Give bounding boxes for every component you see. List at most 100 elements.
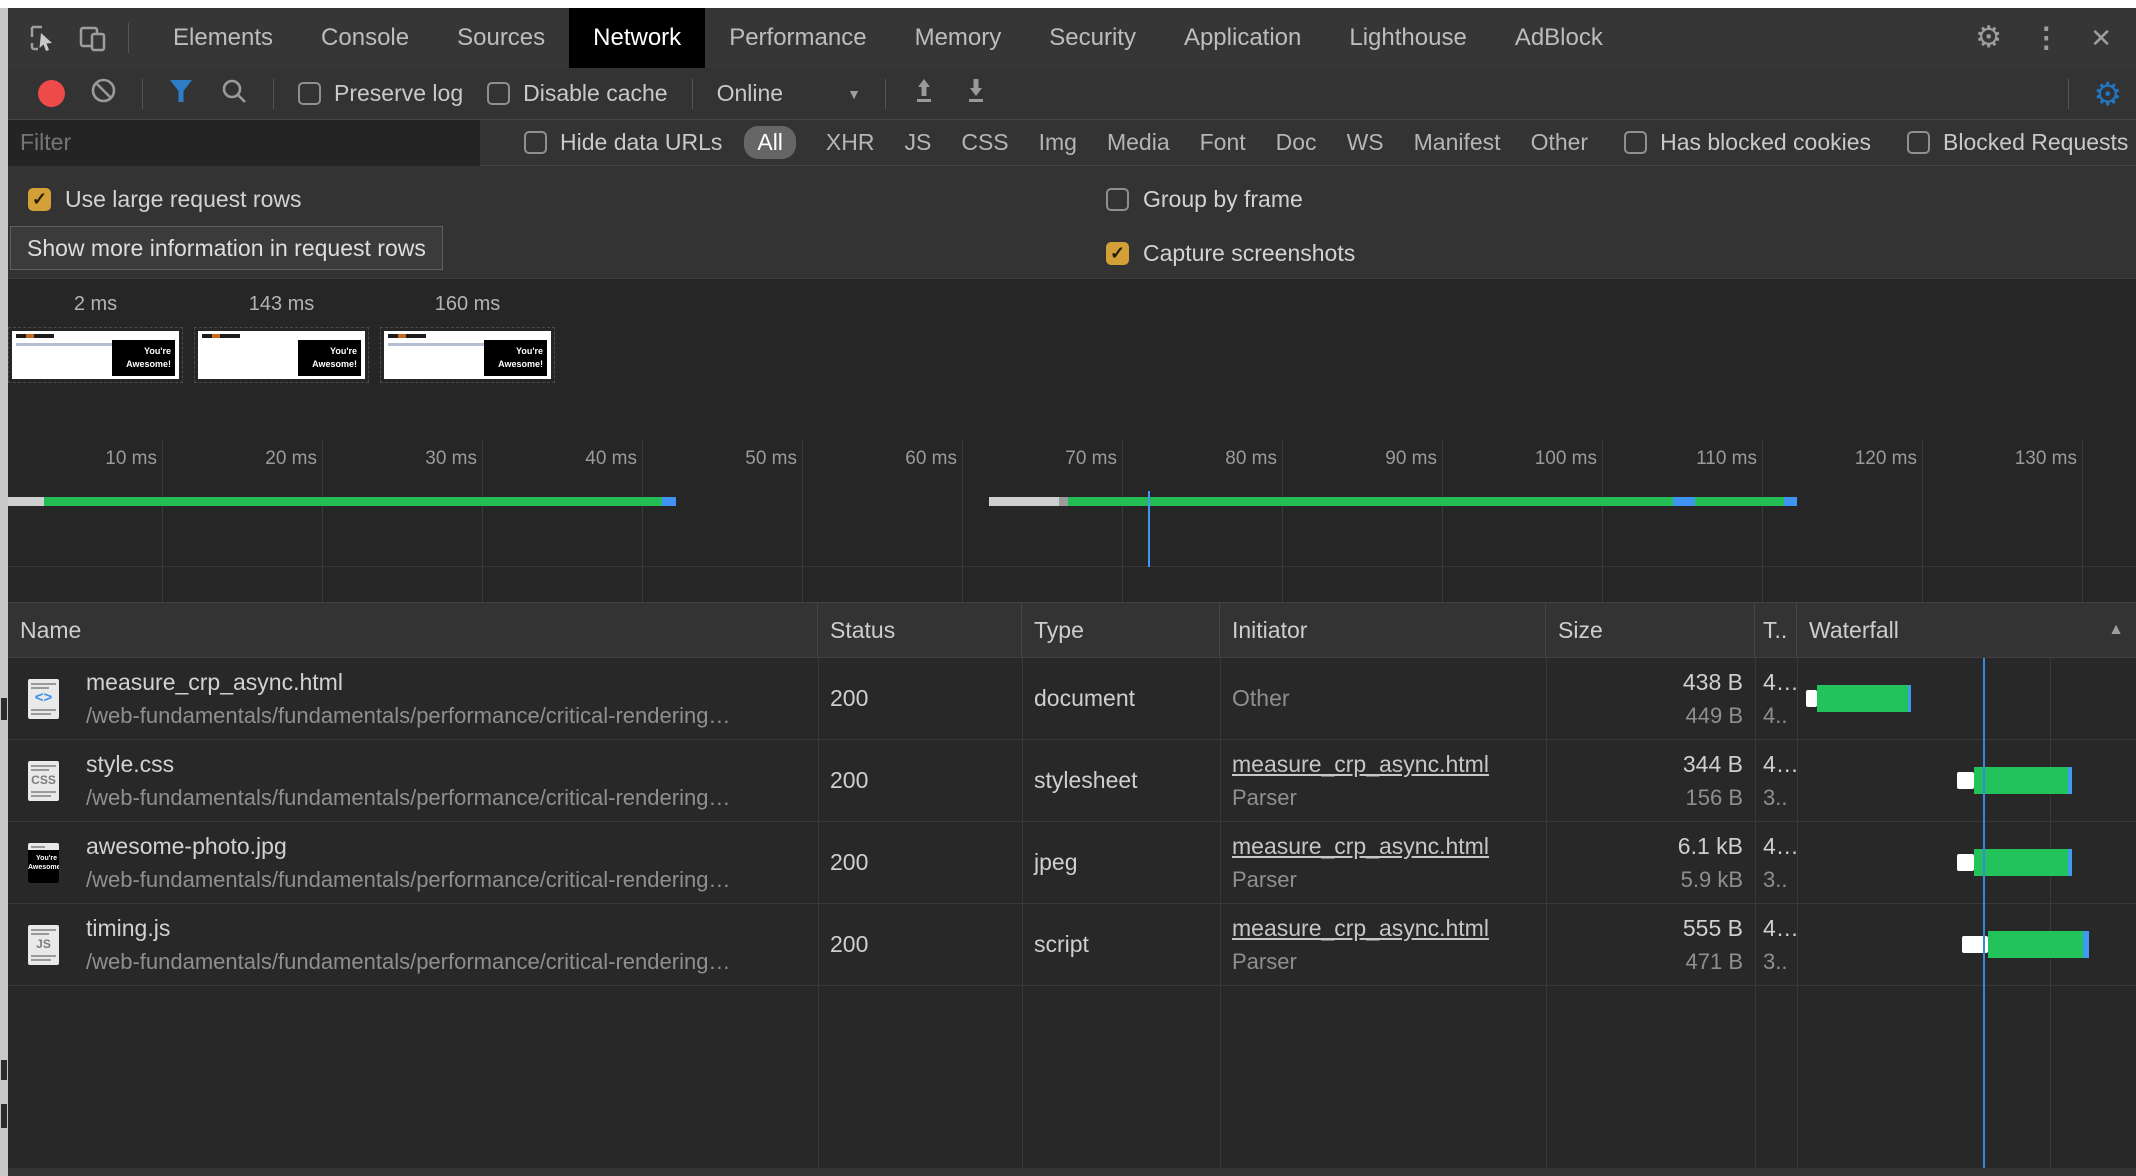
has-blocked-cookies-toggle[interactable]: Has blocked cookies — [1624, 129, 1871, 156]
divider — [273, 79, 274, 109]
filter-chip-xhr[interactable]: XHR — [826, 129, 875, 156]
network-overview[interactable]: 10 ms 20 ms 30 ms 40 ms 50 ms 60 ms 70 m… — [8, 440, 2136, 610]
thumb-header — [388, 334, 426, 338]
filmstrip-frame[interactable]: 2 ms You'reAwesome! — [12, 293, 179, 379]
frame-thumbnail[interactable]: You'reAwesome! — [12, 331, 179, 379]
filter-chip-manifest[interactable]: Manifest — [1414, 129, 1501, 156]
hide-data-urls-checkbox[interactable] — [524, 131, 547, 154]
tab-adblock[interactable]: AdBlock — [1491, 8, 1627, 68]
has-blocked-cookies-label: Has blocked cookies — [1660, 129, 1871, 156]
column-header-name[interactable]: Name — [8, 603, 818, 657]
waterfall-bar — [1988, 931, 2089, 958]
initiator-link[interactable]: measure_crp_async.html — [1232, 833, 1546, 860]
column-header-type[interactable]: Type — [1022, 603, 1220, 657]
filter-chip-font[interactable]: Font — [1200, 129, 1246, 156]
waterfall-cell[interactable] — [1797, 740, 2136, 821]
has-blocked-cookies-checkbox[interactable] — [1624, 131, 1647, 154]
capture-screenshots-toggle[interactable]: ✓ Capture screenshots — [1106, 240, 1355, 267]
frame-thumbnail[interactable]: You'reAwesome! — [198, 331, 365, 379]
capture-screenshots-checkbox[interactable]: ✓ — [1106, 242, 1129, 265]
waterfall-cell[interactable] — [1797, 904, 2136, 985]
preserve-log-toggle[interactable]: Preserve log — [298, 80, 463, 107]
initiator-link[interactable]: measure_crp_async.html — [1232, 915, 1546, 942]
network-settings-gear-icon[interactable]: ⚙ — [2093, 78, 2136, 110]
filter-chip-media[interactable]: Media — [1107, 129, 1170, 156]
use-large-request-rows-checkbox[interactable]: ✓ — [28, 188, 51, 211]
tab-application[interactable]: Application — [1160, 8, 1325, 68]
tab-console[interactable]: Console — [297, 8, 433, 68]
timeline-gridline: 70 ms — [1122, 440, 1123, 610]
search-icon[interactable] — [219, 76, 249, 112]
initiator-link[interactable]: measure_crp_async.html — [1232, 751, 1546, 778]
hide-data-urls-toggle[interactable]: Hide data URLs — [524, 129, 722, 156]
filter-funnel-icon[interactable] — [167, 78, 195, 110]
tab-sources[interactable]: Sources — [433, 8, 569, 68]
filter-chip-js[interactable]: JS — [904, 129, 931, 156]
import-har-icon[interactable] — [910, 76, 938, 112]
tab-memory[interactable]: Memory — [891, 8, 1026, 68]
column-header-time[interactable]: T.. — [1755, 603, 1797, 657]
filter-chip-doc[interactable]: Doc — [1276, 129, 1317, 156]
device-toolbar-icon[interactable] — [78, 23, 108, 53]
disable-cache-toggle[interactable]: Disable cache — [487, 80, 667, 107]
initiator-source: Parser — [1232, 785, 1546, 811]
filter-chip-css[interactable]: CSS — [961, 129, 1008, 156]
clear-network-log-icon[interactable] — [89, 76, 118, 111]
record-network-log-icon[interactable] — [38, 80, 65, 107]
tab-security[interactable]: Security — [1025, 8, 1160, 68]
timeline-gridline: 30 ms — [482, 440, 483, 610]
tab-network[interactable]: Network — [569, 8, 705, 68]
waterfall-bar — [1974, 849, 2072, 876]
waterfall-cell[interactable] — [1797, 658, 2136, 739]
overview-bar-segment — [1695, 497, 1784, 506]
timeline-tick-label: 70 ms — [1007, 448, 1117, 470]
overview-bar-segment — [8, 497, 44, 506]
preserve-log-checkbox[interactable] — [298, 82, 321, 105]
column-header-waterfall[interactable]: Waterfall ▲ — [1797, 603, 2136, 657]
bottom-strip — [8, 1168, 2136, 1176]
filter-chip-img[interactable]: Img — [1039, 129, 1077, 156]
more-options-icon[interactable]: ⋮ — [2032, 24, 2060, 52]
blocked-requests-checkbox[interactable] — [1907, 131, 1930, 154]
filter-input[interactable] — [8, 120, 480, 166]
overview-bar-segment — [1059, 497, 1068, 506]
group-by-frame-toggle[interactable]: Group by frame — [1106, 186, 1303, 213]
tab-elements[interactable]: Elements — [149, 8, 297, 68]
close-devtools-icon[interactable]: ✕ — [2090, 25, 2112, 51]
transfer-size: 6.1 kB — [1678, 833, 1743, 860]
tab-lighthouse[interactable]: Lighthouse — [1325, 8, 1490, 68]
filmstrip-frame[interactable]: 143 ms You'reAwesome! — [198, 293, 365, 379]
request-row[interactable]: JS timing.js /web-fundamentals/fundament… — [8, 904, 2136, 986]
inspect-element-icon[interactable] — [28, 23, 58, 53]
frame-thumbnail[interactable]: You'reAwesome! — [384, 331, 551, 379]
waterfall-cell[interactable] — [1797, 822, 2136, 903]
blocked-requests-toggle[interactable]: Blocked Requests — [1907, 129, 2128, 156]
timeline-gridline: 80 ms — [1282, 440, 1283, 610]
request-row[interactable]: CSS style.css /web-fundamentals/fundamen… — [8, 740, 2136, 822]
filter-chip-ws[interactable]: WS — [1347, 129, 1384, 156]
filter-chip-all[interactable]: All — [744, 126, 796, 159]
disable-cache-checkbox[interactable] — [487, 82, 510, 105]
filmstrip-frame[interactable]: 160 ms You'reAwesome! — [384, 293, 551, 379]
request-latency: 4.. — [1763, 703, 1797, 729]
timeline-tick-label: 60 ms — [847, 448, 957, 470]
status-code: 200 — [830, 931, 1022, 958]
column-header-status[interactable]: Status — [818, 603, 1022, 657]
request-row[interactable]: You'reAwesome! awesome-photo.jpg /web-fu… — [8, 822, 2136, 904]
group-by-frame-checkbox[interactable] — [1106, 188, 1129, 211]
throttling-dropdown[interactable]: Online ▼ — [717, 80, 861, 107]
transfer-size: 438 B — [1683, 669, 1743, 696]
column-header-size[interactable]: Size — [1546, 603, 1755, 657]
request-row[interactable]: <> measure_crp_async.html /web-fundament… — [8, 658, 2136, 740]
settings-gear-icon[interactable]: ⚙ — [1975, 23, 2002, 53]
use-large-request-rows-toggle[interactable]: ✓ Use large request rows — [28, 186, 302, 213]
thumb-awesome-box: You'reAwesome! — [112, 340, 175, 376]
tab-performance[interactable]: Performance — [705, 8, 890, 68]
divider — [142, 79, 143, 109]
filter-chip-other[interactable]: Other — [1531, 129, 1589, 156]
thumb-header — [202, 334, 240, 338]
column-header-initiator[interactable]: Initiator — [1220, 603, 1546, 657]
waterfall-waiting-cap — [1957, 854, 1974, 871]
use-large-request-rows-label: Use large request rows — [65, 186, 302, 213]
export-har-icon[interactable] — [962, 76, 990, 112]
